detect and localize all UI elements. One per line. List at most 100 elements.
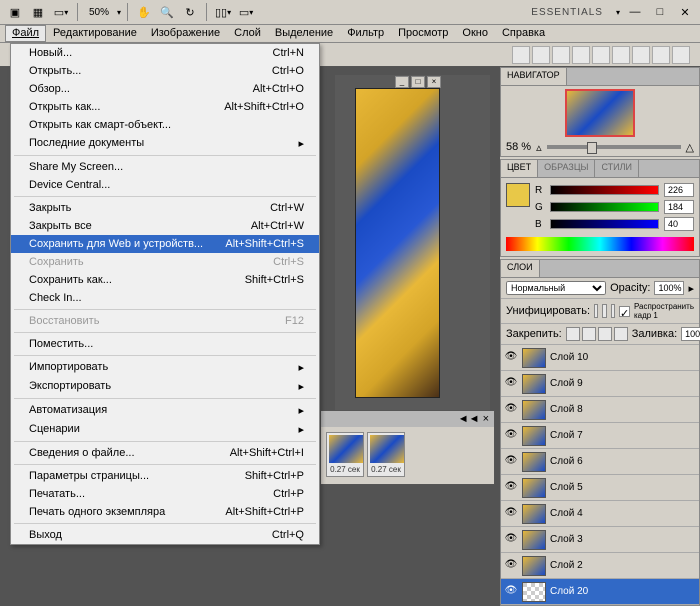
b-slider[interactable]: [550, 219, 659, 229]
canvas-image[interactable]: [355, 88, 440, 398]
menu-item[interactable]: Последние документы▸: [11, 134, 319, 153]
anim-collapse-icon[interactable]: ◄◄: [458, 413, 480, 425]
styles-tab[interactable]: СТИЛИ: [595, 160, 639, 177]
menu-item[interactable]: Параметры страницы...Shift+Ctrl+P: [11, 467, 319, 485]
nav-zoom-value[interactable]: 58 %: [506, 141, 531, 153]
visibility-icon[interactable]: 👁: [504, 351, 518, 365]
layer-row[interactable]: 👁Слой 9: [501, 371, 699, 397]
zoom-icon[interactable]: 🔍: [157, 2, 177, 22]
fill-value[interactable]: 100%: [681, 327, 700, 341]
layer-thumb[interactable]: [522, 400, 546, 420]
workspace-label[interactable]: ESSENTIALS: [523, 7, 611, 18]
visibility-icon[interactable]: 👁: [504, 533, 518, 547]
blend-mode-select[interactable]: Нормальный: [506, 281, 606, 295]
unify-pos-icon[interactable]: [594, 304, 598, 318]
swatches-tab[interactable]: ОБРАЗЦЫ: [538, 160, 595, 177]
menu-file[interactable]: Файл: [5, 25, 46, 42]
menu-item[interactable]: Device Central...: [11, 176, 319, 194]
layer-thumb[interactable]: [522, 478, 546, 498]
visibility-icon[interactable]: 👁: [504, 377, 518, 391]
rew-icon[interactable]: [632, 46, 650, 64]
layer-thumb[interactable]: [522, 556, 546, 576]
visibility-icon[interactable]: 👁: [504, 559, 518, 573]
layer-thumb[interactable]: [522, 530, 546, 550]
menu-select[interactable]: Выделение: [268, 25, 340, 42]
layer-thumb[interactable]: [522, 374, 546, 394]
layer-row[interactable]: 👁Слой 2: [501, 553, 699, 579]
lock-pixels-icon[interactable]: [582, 327, 596, 341]
nav-zoom-slider[interactable]: [547, 145, 681, 149]
layer-thumb[interactable]: [522, 452, 546, 472]
prev-icon[interactable]: [652, 46, 670, 64]
screen-mode-icon[interactable]: ▭▾: [236, 2, 256, 22]
layer-thumb[interactable]: [522, 348, 546, 368]
unify-style-icon[interactable]: [611, 304, 615, 318]
color-tab[interactable]: ЦВЕТ: [501, 160, 538, 177]
menu-item[interactable]: Открыть как...Alt+Shift+Ctrl+O: [11, 98, 319, 116]
minimize-icon[interactable]: —: [625, 2, 645, 22]
menu-item[interactable]: Открыть как смарт-объект...: [11, 116, 319, 134]
visibility-icon[interactable]: 👁: [504, 455, 518, 469]
doc-max-icon[interactable]: □: [411, 76, 425, 88]
dup-icon[interactable]: [552, 46, 570, 64]
doc-min-icon[interactable]: _: [395, 76, 409, 88]
menu-item[interactable]: Печать одного экземпляраAlt+Shift+Ctrl+P: [11, 503, 319, 521]
layer-row[interactable]: 👁Слой 4: [501, 501, 699, 527]
lock-pos-icon[interactable]: [598, 327, 612, 341]
tween-icon[interactable]: [532, 46, 550, 64]
menu-item[interactable]: Открыть...Ctrl+O: [11, 62, 319, 80]
play-icon[interactable]: [612, 46, 630, 64]
layer-row[interactable]: 👁Слой 20: [501, 579, 699, 605]
menu-window[interactable]: Окно: [455, 25, 495, 42]
menu-item[interactable]: Сценарии▸: [11, 420, 319, 439]
next-icon[interactable]: [672, 46, 690, 64]
menu-layer[interactable]: Слой: [227, 25, 268, 42]
navigator-thumb[interactable]: [565, 89, 635, 137]
layer-thumb[interactable]: [522, 504, 546, 524]
layer-row[interactable]: 👁Слой 8: [501, 397, 699, 423]
zoom-out-icon[interactable]: ▵: [536, 141, 542, 154]
ps-logo-icon[interactable]: ▣: [5, 2, 25, 22]
conv-icon[interactable]: [592, 46, 610, 64]
color-spectrum[interactable]: [506, 237, 694, 251]
lock-trans-icon[interactable]: [566, 327, 580, 341]
menu-item[interactable]: Сохранить как...Shift+Ctrl+S: [11, 271, 319, 289]
menu-item[interactable]: Новый...Ctrl+N: [11, 44, 319, 62]
foreground-color[interactable]: [506, 183, 530, 207]
lock-all-icon[interactable]: [614, 327, 628, 341]
menu-item[interactable]: Check In...: [11, 289, 319, 307]
menu-item[interactable]: Поместить...: [11, 335, 319, 353]
maximize-icon[interactable]: □: [650, 2, 670, 22]
layer-row[interactable]: 👁Слой 7: [501, 423, 699, 449]
menu-help[interactable]: Справка: [495, 25, 552, 42]
navigator-tab[interactable]: НАВИГАТОР: [501, 68, 567, 85]
r-slider[interactable]: [550, 185, 659, 195]
menu-item[interactable]: Share My Screen...: [11, 158, 319, 176]
g-value[interactable]: 184: [664, 200, 694, 214]
unify-vis-icon[interactable]: [602, 304, 606, 318]
anim-frame[interactable]: 0.27 сек: [367, 432, 405, 477]
menu-item[interactable]: ЗакрытьCtrl+W: [11, 199, 319, 217]
anim-frame[interactable]: 0.27 сек: [326, 432, 364, 477]
zoom-level[interactable]: 50%: [84, 7, 114, 18]
layer-row[interactable]: 👁Слой 10: [501, 345, 699, 371]
b-value[interactable]: 40: [664, 217, 694, 231]
menu-item[interactable]: Импортировать▸: [11, 358, 319, 377]
del-icon[interactable]: [572, 46, 590, 64]
visibility-icon[interactable]: 👁: [504, 429, 518, 443]
rotate-icon[interactable]: ↻: [180, 2, 200, 22]
menu-item[interactable]: ВыходCtrl+Q: [11, 526, 319, 544]
menu-item[interactable]: Автоматизация▸: [11, 401, 319, 420]
hand-icon[interactable]: ✋: [134, 2, 154, 22]
menu-image[interactable]: Изображение: [144, 25, 227, 42]
layer-row[interactable]: 👁Слой 6: [501, 449, 699, 475]
menu-item[interactable]: Закрыть всеAlt+Ctrl+W: [11, 217, 319, 235]
menu-edit[interactable]: Редактирование: [46, 25, 144, 42]
close-icon[interactable]: ✕: [675, 2, 695, 22]
swap-icon[interactable]: [512, 46, 530, 64]
menu-item[interactable]: Экспортировать▸: [11, 377, 319, 396]
visibility-icon[interactable]: 👁: [504, 481, 518, 495]
opacity-value[interactable]: 100%: [654, 281, 684, 295]
arrange-icon[interactable]: ▯▯▾: [213, 2, 233, 22]
g-slider[interactable]: [550, 202, 659, 212]
